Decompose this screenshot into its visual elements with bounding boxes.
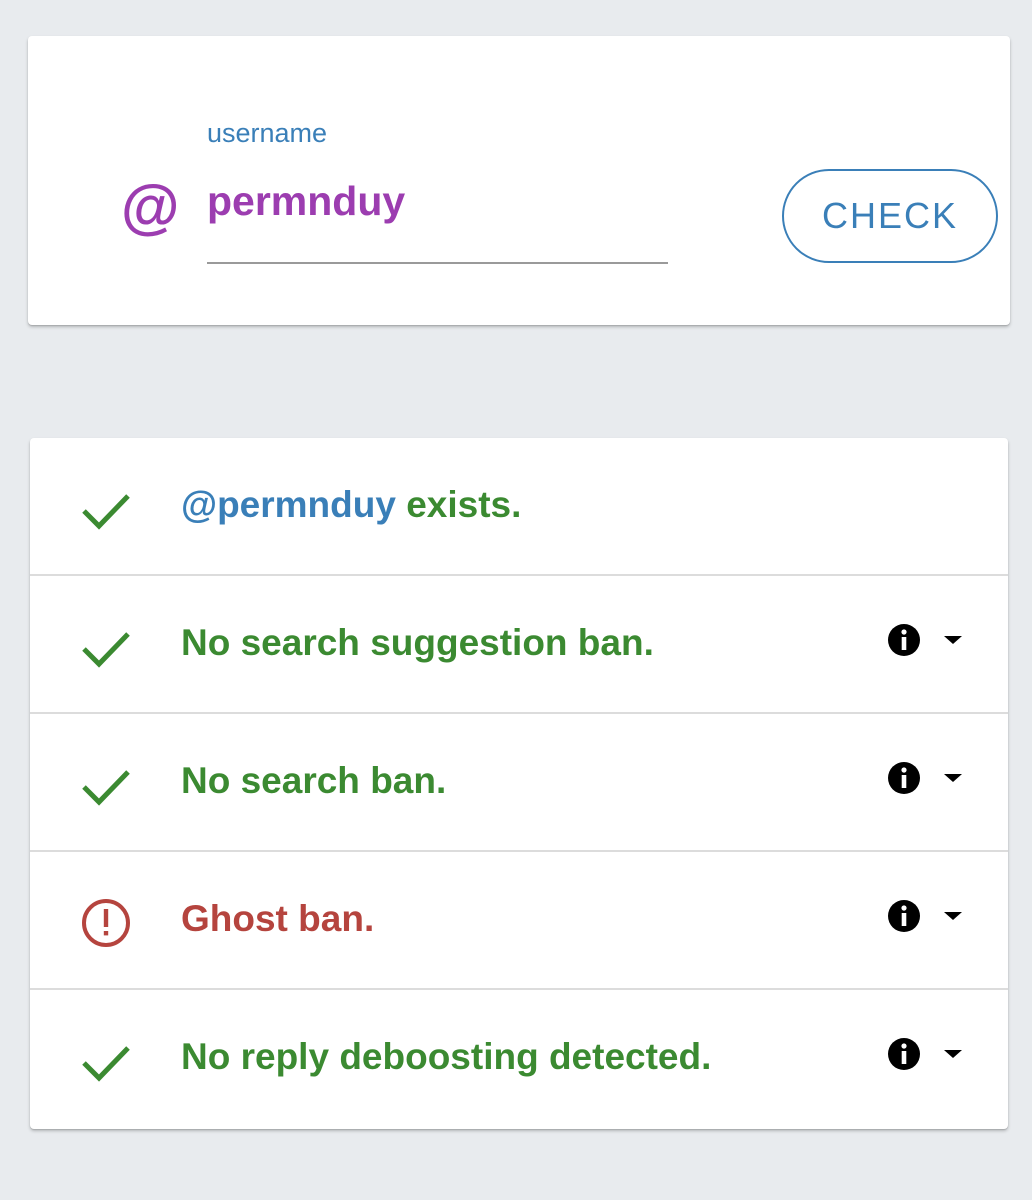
alert-circle-icon <box>82 899 130 947</box>
info-icon[interactable] <box>886 898 922 934</box>
check-icon <box>82 770 130 806</box>
result-row-search-ban: No search ban. <box>30 714 1008 852</box>
username-link[interactable]: @permnduy <box>181 484 396 525</box>
username-input[interactable]: permnduy <box>207 178 405 225</box>
username-search-card: @ username permnduy CHECK <box>28 36 1010 325</box>
caret-down-icon[interactable] <box>941 630 965 650</box>
row-actions <box>886 760 976 800</box>
info-icon[interactable] <box>886 622 922 658</box>
check-icon <box>82 632 130 668</box>
info-icon[interactable] <box>886 760 922 796</box>
row-actions <box>886 1036 976 1076</box>
result-row-ghost-ban: Ghost ban. <box>30 852 1008 990</box>
row-actions <box>886 898 976 938</box>
result-suffix: exists. <box>395 484 522 525</box>
result-text: Ghost ban. <box>181 898 375 939</box>
info-icon[interactable] <box>886 1036 922 1072</box>
username-label: username <box>207 118 328 148</box>
result-row-exists: @permnduy exists. <box>30 438 1008 576</box>
caret-down-icon[interactable] <box>941 1044 965 1064</box>
result-text: No reply deboosting detected. <box>181 1036 712 1077</box>
check-icon <box>82 494 130 530</box>
results-card: @permnduy exists. No search suggestion b… <box>30 438 1008 1129</box>
result-text: No search ban. <box>181 760 447 801</box>
at-sign-icon: @ <box>120 174 179 241</box>
check-icon <box>82 1046 130 1082</box>
check-button[interactable]: CHECK <box>782 169 998 263</box>
result-text: No search suggestion ban. <box>181 622 654 663</box>
caret-down-icon[interactable] <box>941 906 965 926</box>
result-text: @permnduy exists. <box>181 484 521 526</box>
result-row-reply-deboosting: No reply deboosting detected. <box>30 990 1008 1128</box>
row-actions <box>886 622 976 662</box>
username-input-underline <box>207 262 668 264</box>
result-row-search-suggestion-ban: No search suggestion ban. <box>30 576 1008 714</box>
caret-down-icon[interactable] <box>941 768 965 788</box>
